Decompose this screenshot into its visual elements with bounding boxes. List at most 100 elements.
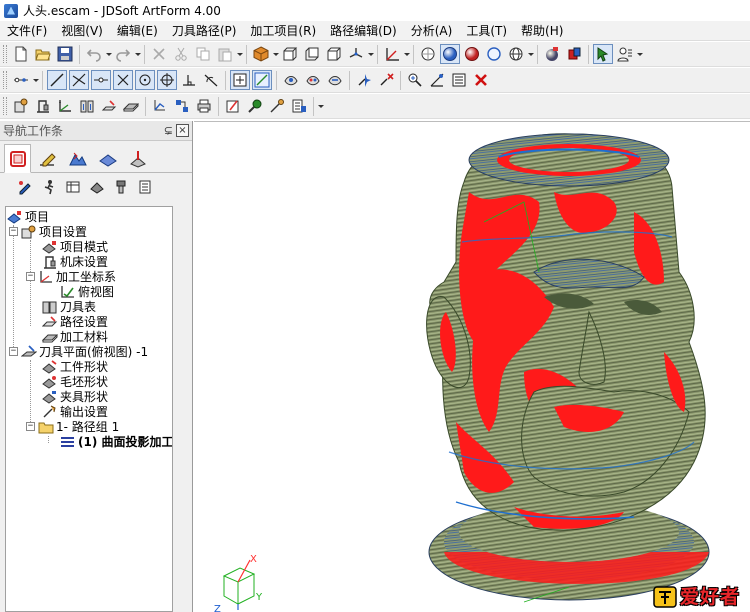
surface-a-button[interactable]: [281, 70, 301, 90]
tree-item-machine-settings[interactable]: 机床设置: [42, 254, 108, 269]
tree-item-tool-plane[interactable]: − 刀具平面(俯视图) -1: [9, 344, 148, 359]
menu-machining-project[interactable]: 加工项目(R): [243, 21, 323, 41]
snap-intersect-button[interactable]: [69, 70, 89, 90]
user-button[interactable]: [615, 44, 635, 64]
tree-item-fixture-shape[interactable]: 夹具形状: [42, 389, 108, 404]
shaded-view-button[interactable]: [440, 44, 460, 64]
tab-model[interactable]: [64, 145, 91, 172]
globe-view-button[interactable]: [506, 44, 526, 64]
paste-button[interactable]: [215, 44, 235, 64]
tree-item-tool-table[interactable]: 刀具表: [42, 299, 96, 314]
curve-snap-button[interactable]: [252, 70, 272, 90]
menu-analysis[interactable]: 分析(A): [404, 21, 460, 41]
select-mode-button[interactable]: [593, 44, 613, 64]
axis-view-button[interactable]: [346, 44, 366, 64]
undo-dropdown[interactable]: [105, 44, 112, 64]
output-button[interactable]: [194, 96, 214, 116]
path-sort-button[interactable]: [172, 96, 192, 116]
tree-item-blank-shape[interactable]: 毛坯形状: [42, 374, 108, 389]
snap-mode-dropdown[interactable]: [32, 70, 39, 90]
menu-view[interactable]: 视图(V): [54, 21, 110, 41]
cancel-button[interactable]: [471, 70, 491, 90]
side-view-button[interactable]: [302, 44, 322, 64]
tab-edit[interactable]: [34, 145, 61, 172]
light-button[interactable]: [564, 44, 584, 64]
tree-item-project-settings[interactable]: − 项目设置: [9, 224, 87, 239]
tab-project[interactable]: [4, 144, 31, 173]
copy-button[interactable]: [193, 44, 213, 64]
angle-button[interactable]: [427, 70, 447, 90]
top-view-button[interactable]: [324, 44, 344, 64]
tree-item-project-mode[interactable]: 项目模式: [42, 239, 108, 254]
tree-item-path-settings[interactable]: 路径设置: [42, 314, 108, 329]
menu-tools[interactable]: 工具(T): [459, 21, 514, 41]
rendered-view-button[interactable]: [462, 44, 482, 64]
remove-point-button[interactable]: [376, 70, 396, 90]
tree-item-output-settings[interactable]: 输出设置: [42, 404, 108, 419]
snap-tangent-button[interactable]: [201, 70, 221, 90]
toolbar-grip[interactable]: [3, 45, 7, 63]
material-set-button[interactable]: [121, 96, 141, 116]
snap-line-button[interactable]: [47, 70, 67, 90]
coord-system-button[interactable]: [55, 96, 75, 116]
simulate-button[interactable]: [245, 96, 265, 116]
front-view-button[interactable]: [280, 44, 300, 64]
list-button[interactable]: [449, 70, 469, 90]
view-cube-button[interactable]: [251, 44, 271, 64]
cut-button[interactable]: [171, 44, 191, 64]
redo-button[interactable]: [113, 44, 133, 64]
snap-quadrant-button[interactable]: [157, 70, 177, 90]
redo-dropdown[interactable]: [134, 44, 141, 64]
menu-file[interactable]: 文件(F): [0, 21, 54, 41]
tree-item-workpiece-shape[interactable]: 工件形状: [42, 359, 108, 374]
wireframe-shade-button[interactable]: [418, 44, 438, 64]
snap-mode-button[interactable]: [11, 70, 31, 90]
delete-button[interactable]: [149, 44, 169, 64]
material-button[interactable]: [542, 44, 562, 64]
menu-help[interactable]: 帮助(H): [514, 21, 570, 41]
nav-tool-cutter-button[interactable]: [87, 177, 106, 197]
grid-button[interactable]: [230, 70, 250, 90]
tree-item-top-view[interactable]: 俯视图: [60, 284, 114, 299]
collapse-icon[interactable]: −: [9, 347, 18, 356]
nav-tool-tool-button[interactable]: [111, 177, 130, 197]
tool-path-edit-button[interactable]: [223, 96, 243, 116]
close-icon[interactable]: ×: [176, 124, 189, 137]
path-group-button[interactable]: [150, 96, 170, 116]
tool-library-button[interactable]: [77, 96, 97, 116]
tab-surface[interactable]: [94, 145, 121, 172]
path-config-button[interactable]: [99, 96, 119, 116]
snap-perpendicular-button[interactable]: [179, 70, 199, 90]
axis-view-dropdown[interactable]: [367, 44, 374, 64]
toolbar-grip[interactable]: [3, 71, 7, 89]
tree-item-toolpath-surface-projection[interactable]: (1) 曲面投影加工: [60, 433, 172, 450]
coordinate-dropdown[interactable]: [403, 44, 410, 64]
path-list-button[interactable]: [289, 96, 309, 116]
nav-tool-run-button[interactable]: [39, 177, 58, 197]
tree-item-path-group[interactable]: − 1- 路径组 1: [26, 419, 119, 434]
open-file-button[interactable]: [33, 44, 53, 64]
snap-cross-button[interactable]: [113, 70, 133, 90]
collapse-icon[interactable]: −: [26, 422, 35, 431]
collapse-icon[interactable]: −: [9, 227, 18, 236]
check-button[interactable]: [267, 96, 287, 116]
nav-tool-pen-button[interactable]: [15, 177, 34, 197]
measure-button[interactable]: [405, 70, 425, 90]
nav-tool-table-button[interactable]: [63, 177, 82, 197]
toolbar-grip[interactable]: [3, 97, 7, 115]
new-file-button[interactable]: [11, 44, 31, 64]
surface-c-button[interactable]: [325, 70, 345, 90]
view-cube-dropdown[interactable]: [272, 44, 279, 64]
collapse-icon[interactable]: −: [26, 272, 35, 281]
outline-view-button[interactable]: [484, 44, 504, 64]
menu-path-edit[interactable]: 路径编辑(D): [323, 21, 404, 41]
nav-tool-doc-button[interactable]: [135, 177, 154, 197]
machine-button[interactable]: [33, 96, 53, 116]
project-settings-button[interactable]: [11, 96, 31, 116]
snap-midpoint-button[interactable]: [91, 70, 111, 90]
user-dropdown[interactable]: [636, 44, 643, 64]
snap-center-button[interactable]: [135, 70, 155, 90]
globe-view-dropdown[interactable]: [527, 44, 534, 64]
surface-b-button[interactable]: [303, 70, 323, 90]
tree-item-project[interactable]: 项目: [7, 209, 49, 224]
